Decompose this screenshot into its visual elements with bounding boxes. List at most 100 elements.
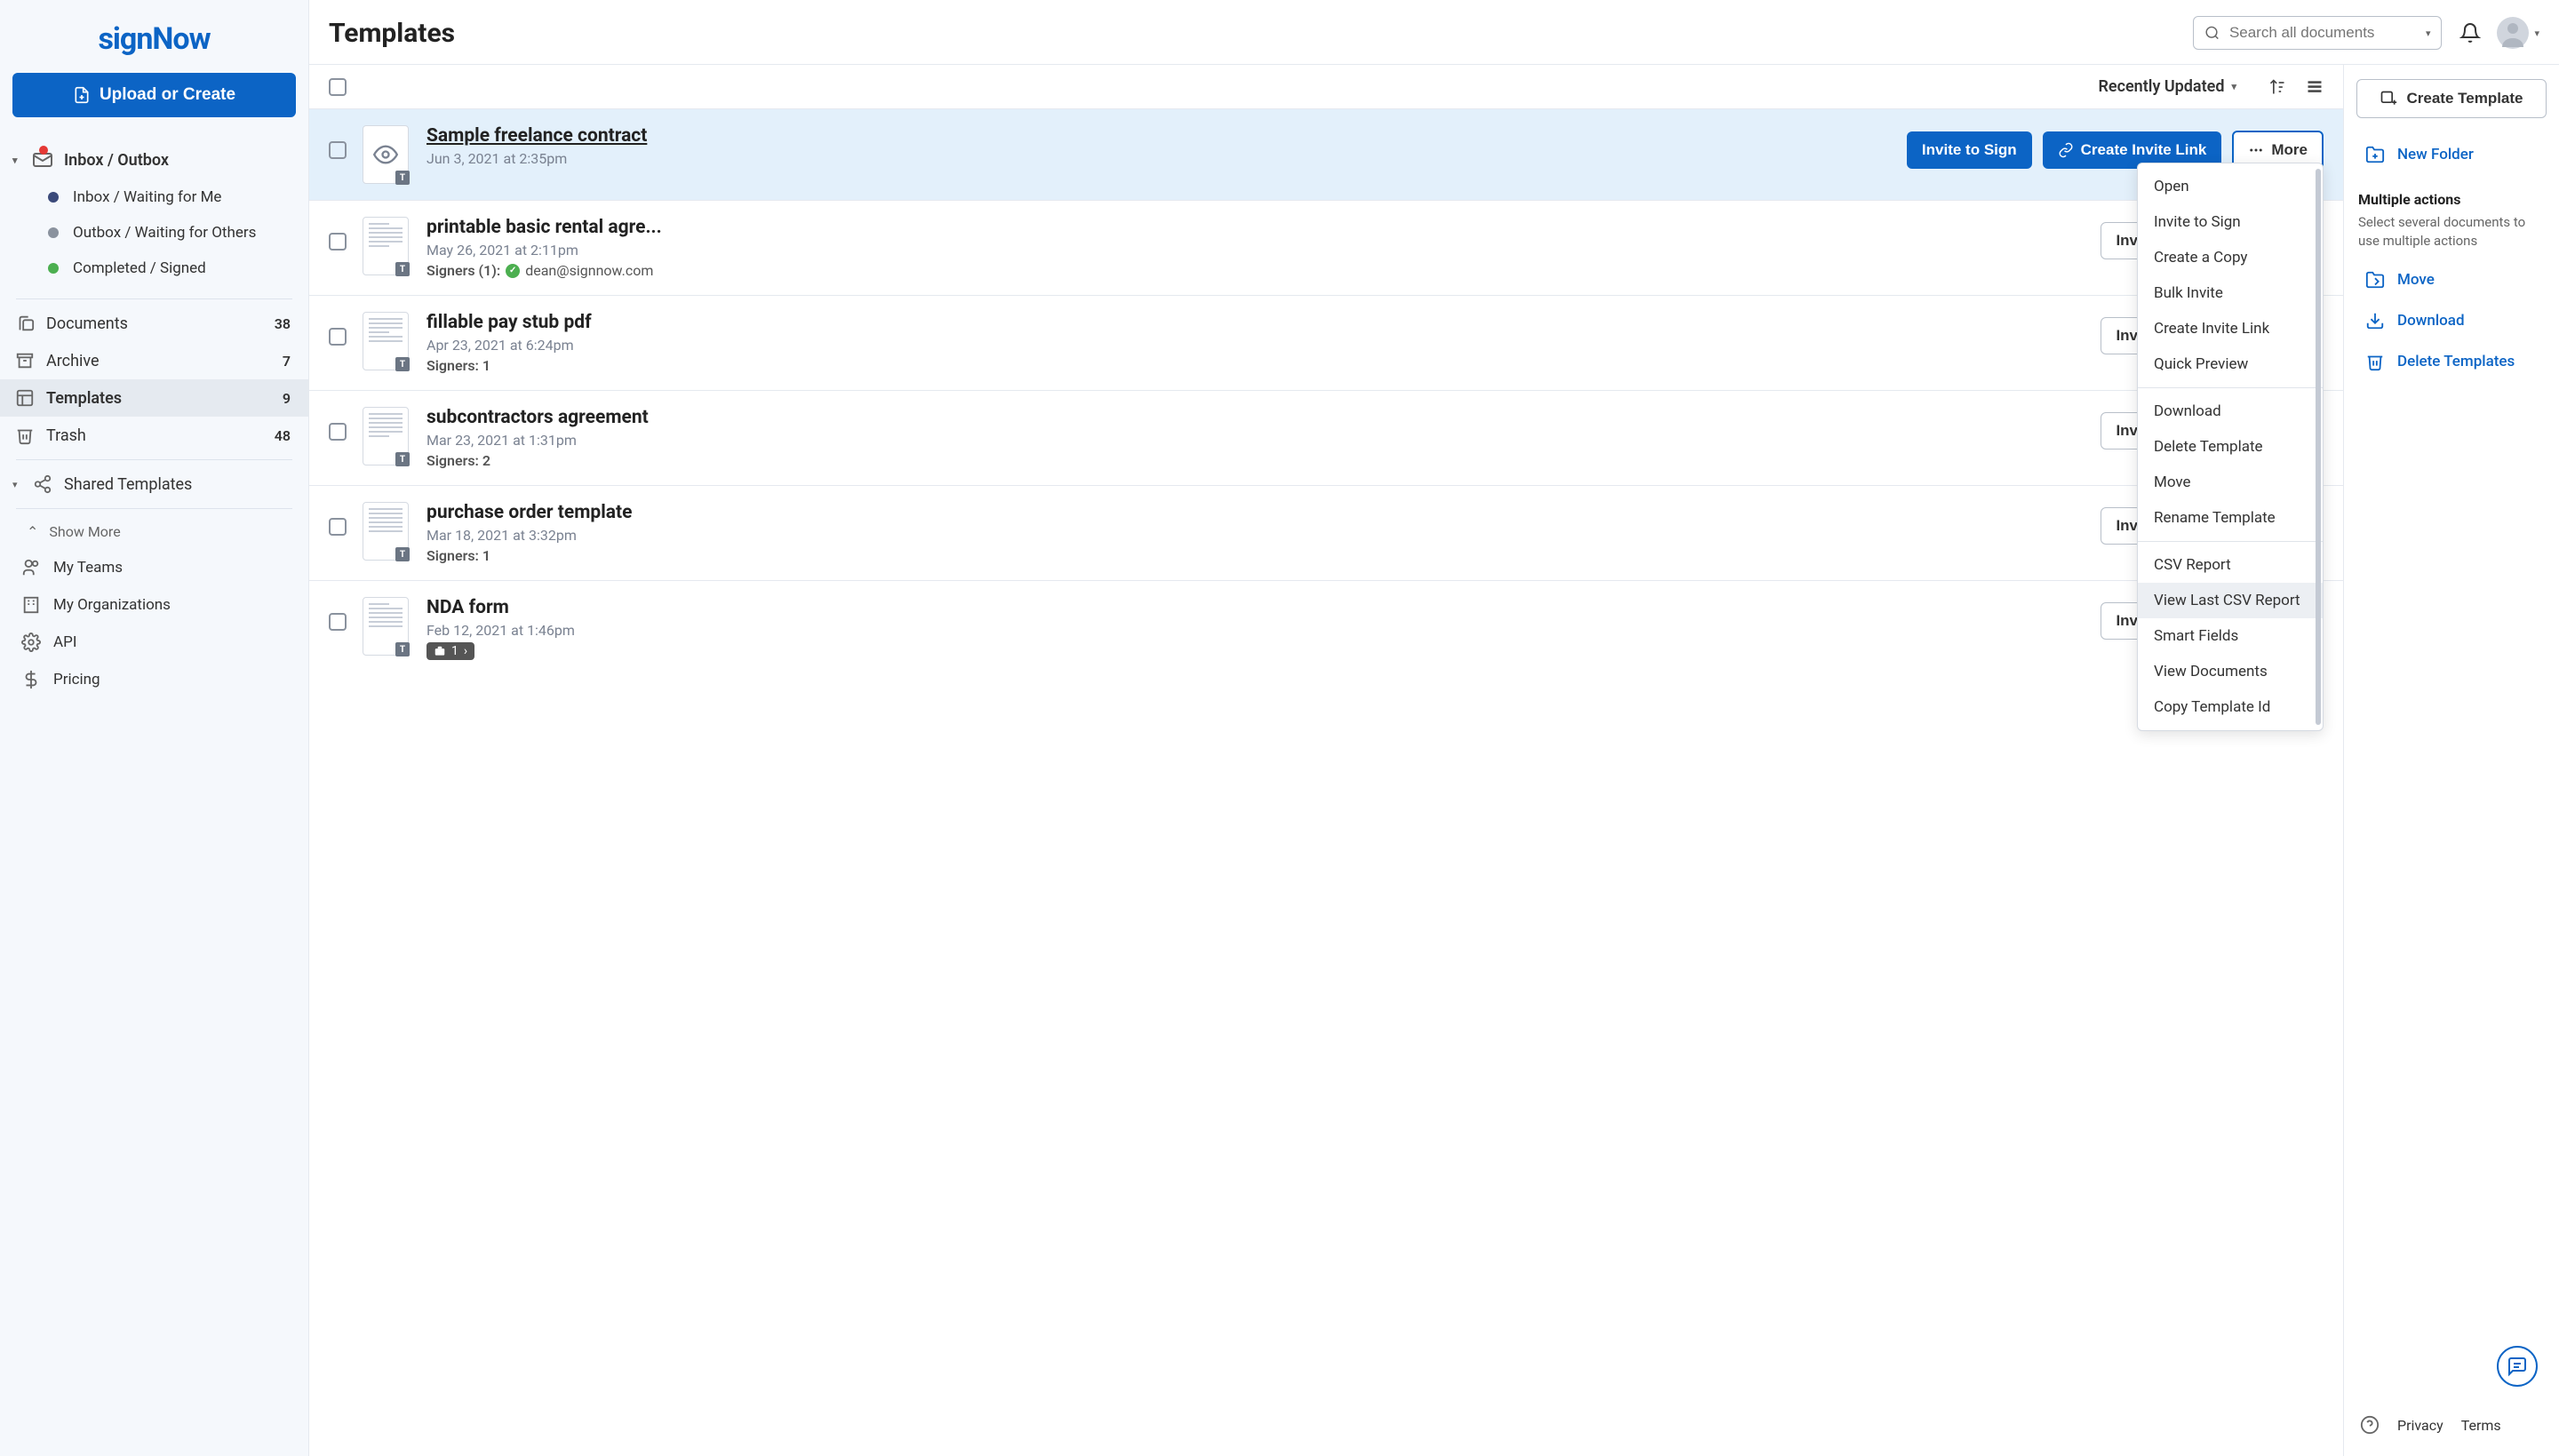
search-box[interactable]: ▾	[2193, 16, 2442, 50]
nav-label: Documents	[46, 314, 275, 333]
document-title[interactable]: subcontractors agreement	[426, 407, 2101, 428]
nav-my-teams[interactable]: My Teams	[0, 549, 308, 586]
nav-label: Templates	[46, 389, 283, 408]
user-menu-toggle[interactable]: ▾	[2534, 28, 2539, 39]
divider	[16, 298, 292, 299]
more-dropdown: Open Invite to Sign Create a Copy Bulk I…	[2137, 163, 2324, 731]
dropdown-item-smart-fields[interactable]: Smart Fields	[2138, 618, 2323, 654]
scrollbar[interactable]	[2316, 169, 2321, 725]
dropdown-item-copy-id[interactable]: Copy Template Id	[2138, 689, 2323, 725]
action-download[interactable]: Download	[2356, 300, 2547, 341]
user-avatar[interactable]	[2497, 17, 2529, 49]
search-icon	[2204, 24, 2220, 42]
documents-icon	[12, 314, 37, 333]
chat-fab[interactable]	[2497, 1346, 2538, 1387]
view-mode-button[interactable]	[2306, 78, 2324, 96]
divider	[2138, 541, 2323, 542]
nav-count: 7	[283, 353, 291, 370]
nav-trash[interactable]: Trash 48	[0, 417, 308, 454]
document-row[interactable]: T fillable pay stub pdf Apr 23, 2021 at …	[309, 295, 2343, 390]
row-checkbox[interactable]	[329, 233, 347, 251]
right-panel-footer: Privacy Terms	[2356, 1408, 2547, 1442]
nav-shared-templates[interactable]: ▾ Shared Templates	[0, 465, 308, 503]
sidebar-sub-completed[interactable]: Completed / Signed	[27, 251, 308, 286]
building-icon	[21, 595, 46, 615]
row-checkbox[interactable]	[329, 518, 347, 536]
row-checkbox[interactable]	[329, 423, 347, 441]
upload-or-create-button[interactable]: Upload or Create	[12, 73, 296, 117]
nav-count: 38	[275, 315, 291, 332]
dropdown-item-move[interactable]: Move	[2138, 465, 2323, 500]
action-move[interactable]: Move	[2356, 259, 2547, 300]
notifications-button[interactable]	[2459, 22, 2481, 44]
dropdown-item-bulk[interactable]: Bulk Invite	[2138, 275, 2323, 311]
sort-direction-button[interactable]	[2268, 78, 2286, 96]
create-template-button[interactable]: Create Template	[2356, 79, 2547, 118]
dropdown-item-download[interactable]: Download	[2138, 394, 2323, 429]
dropdown-item-view-docs[interactable]: View Documents	[2138, 654, 2323, 689]
dropdown-item-create-link[interactable]: Create Invite Link	[2138, 311, 2323, 346]
dropdown-item-open[interactable]: Open	[2138, 169, 2323, 204]
nav-pricing[interactable]: Pricing	[0, 661, 308, 698]
nav-inbox-label: Inbox / Outbox	[64, 151, 291, 170]
dropdown-item-preview[interactable]: Quick Preview	[2138, 346, 2323, 382]
dropdown-item-last-csv[interactable]: View Last CSV Report	[2138, 583, 2323, 618]
new-folder-link[interactable]: New Folder	[2356, 134, 2547, 175]
sidebar-sub-outbox[interactable]: Outbox / Waiting for Others	[27, 215, 308, 251]
document-title[interactable]: purchase order template	[426, 502, 2101, 523]
search-input[interactable]	[2229, 24, 2426, 42]
dropdown-item-copy[interactable]: Create a Copy	[2138, 240, 2323, 275]
nav-inbox-outbox[interactable]: ▾ Inbox / Outbox	[0, 140, 308, 179]
select-all-checkbox[interactable]	[329, 78, 347, 96]
document-row[interactable]: T purchase order template Mar 18, 2021 a…	[309, 485, 2343, 580]
sidebar-sub-inbox[interactable]: Inbox / Waiting for Me	[27, 179, 308, 215]
document-signers: Signers: 1	[426, 357, 2101, 374]
more-icon	[2248, 142, 2264, 158]
nav-label: API	[53, 633, 76, 651]
document-row[interactable]: T printable basic rental agre... May 26,…	[309, 200, 2343, 295]
help-icon[interactable]	[2360, 1415, 2380, 1435]
dropdown-item-rename[interactable]: Rename Template	[2138, 500, 2323, 536]
chevron-right-icon: ›	[464, 644, 467, 658]
dropdown-item-delete[interactable]: Delete Template	[2138, 429, 2323, 465]
nav-my-organizations[interactable]: My Organizations	[0, 586, 308, 624]
multiple-actions-desc: Select several documents to use multiple…	[2358, 213, 2547, 251]
document-date: Apr 23, 2021 at 6:24pm	[426, 337, 2101, 354]
row-checkbox[interactable]	[329, 328, 347, 346]
list-header: Recently Updated ▾	[309, 65, 2343, 108]
dropdown-item-invite[interactable]: Invite to Sign	[2138, 204, 2323, 240]
nav-api[interactable]: API	[0, 624, 308, 661]
divider	[2138, 387, 2323, 388]
terms-link[interactable]: Terms	[2461, 1417, 2501, 1434]
action-delete-templates[interactable]: Delete Templates	[2356, 341, 2547, 382]
brand-logo: signNow	[98, 21, 210, 57]
invite-to-sign-button[interactable]: Invite to Sign	[1907, 131, 2032, 169]
trash-icon	[2365, 352, 2385, 371]
privacy-link[interactable]: Privacy	[2397, 1417, 2443, 1434]
chat-icon	[2507, 1356, 2528, 1377]
document-title[interactable]: Sample freelance contract	[426, 125, 1907, 147]
sort-selector[interactable]: Recently Updated ▾	[2098, 77, 2236, 96]
document-row[interactable]: T Sample freelance contract Jun 3, 2021 …	[309, 108, 2343, 200]
row-checkbox[interactable]	[329, 613, 347, 631]
upload-icon	[73, 86, 91, 104]
document-signers: Signers: 2	[426, 452, 2101, 469]
chevron-down-icon: ▾	[2231, 81, 2236, 92]
nav-documents[interactable]: Documents 38	[0, 305, 308, 342]
row-checkbox[interactable]	[329, 141, 347, 159]
template-badge-icon: T	[395, 171, 410, 185]
nav-archive[interactable]: Archive 7	[0, 342, 308, 379]
template-badge-icon: T	[395, 452, 410, 466]
document-row[interactable]: T subcontractors agreement Mar 23, 2021 …	[309, 390, 2343, 485]
document-title[interactable]: fillable pay stub pdf	[426, 312, 2101, 333]
document-title[interactable]: NDA form	[426, 597, 2101, 618]
chevron-down-icon[interactable]: ▾	[2426, 28, 2431, 39]
document-title[interactable]: printable basic rental agre...	[426, 217, 2101, 238]
upload-button-label: Upload or Create	[100, 85, 235, 105]
document-row[interactable]: T NDA form Feb 12, 2021 at 1:46pm 1 ›	[309, 580, 2343, 677]
dropdown-item-csv[interactable]: CSV Report	[2138, 547, 2323, 583]
document-thumbnail: T	[363, 407, 409, 465]
show-more-toggle[interactable]: ⌃ Show More	[0, 514, 308, 549]
nav-templates[interactable]: Templates 9	[0, 379, 308, 417]
briefcase-badge[interactable]: 1 ›	[426, 642, 474, 660]
